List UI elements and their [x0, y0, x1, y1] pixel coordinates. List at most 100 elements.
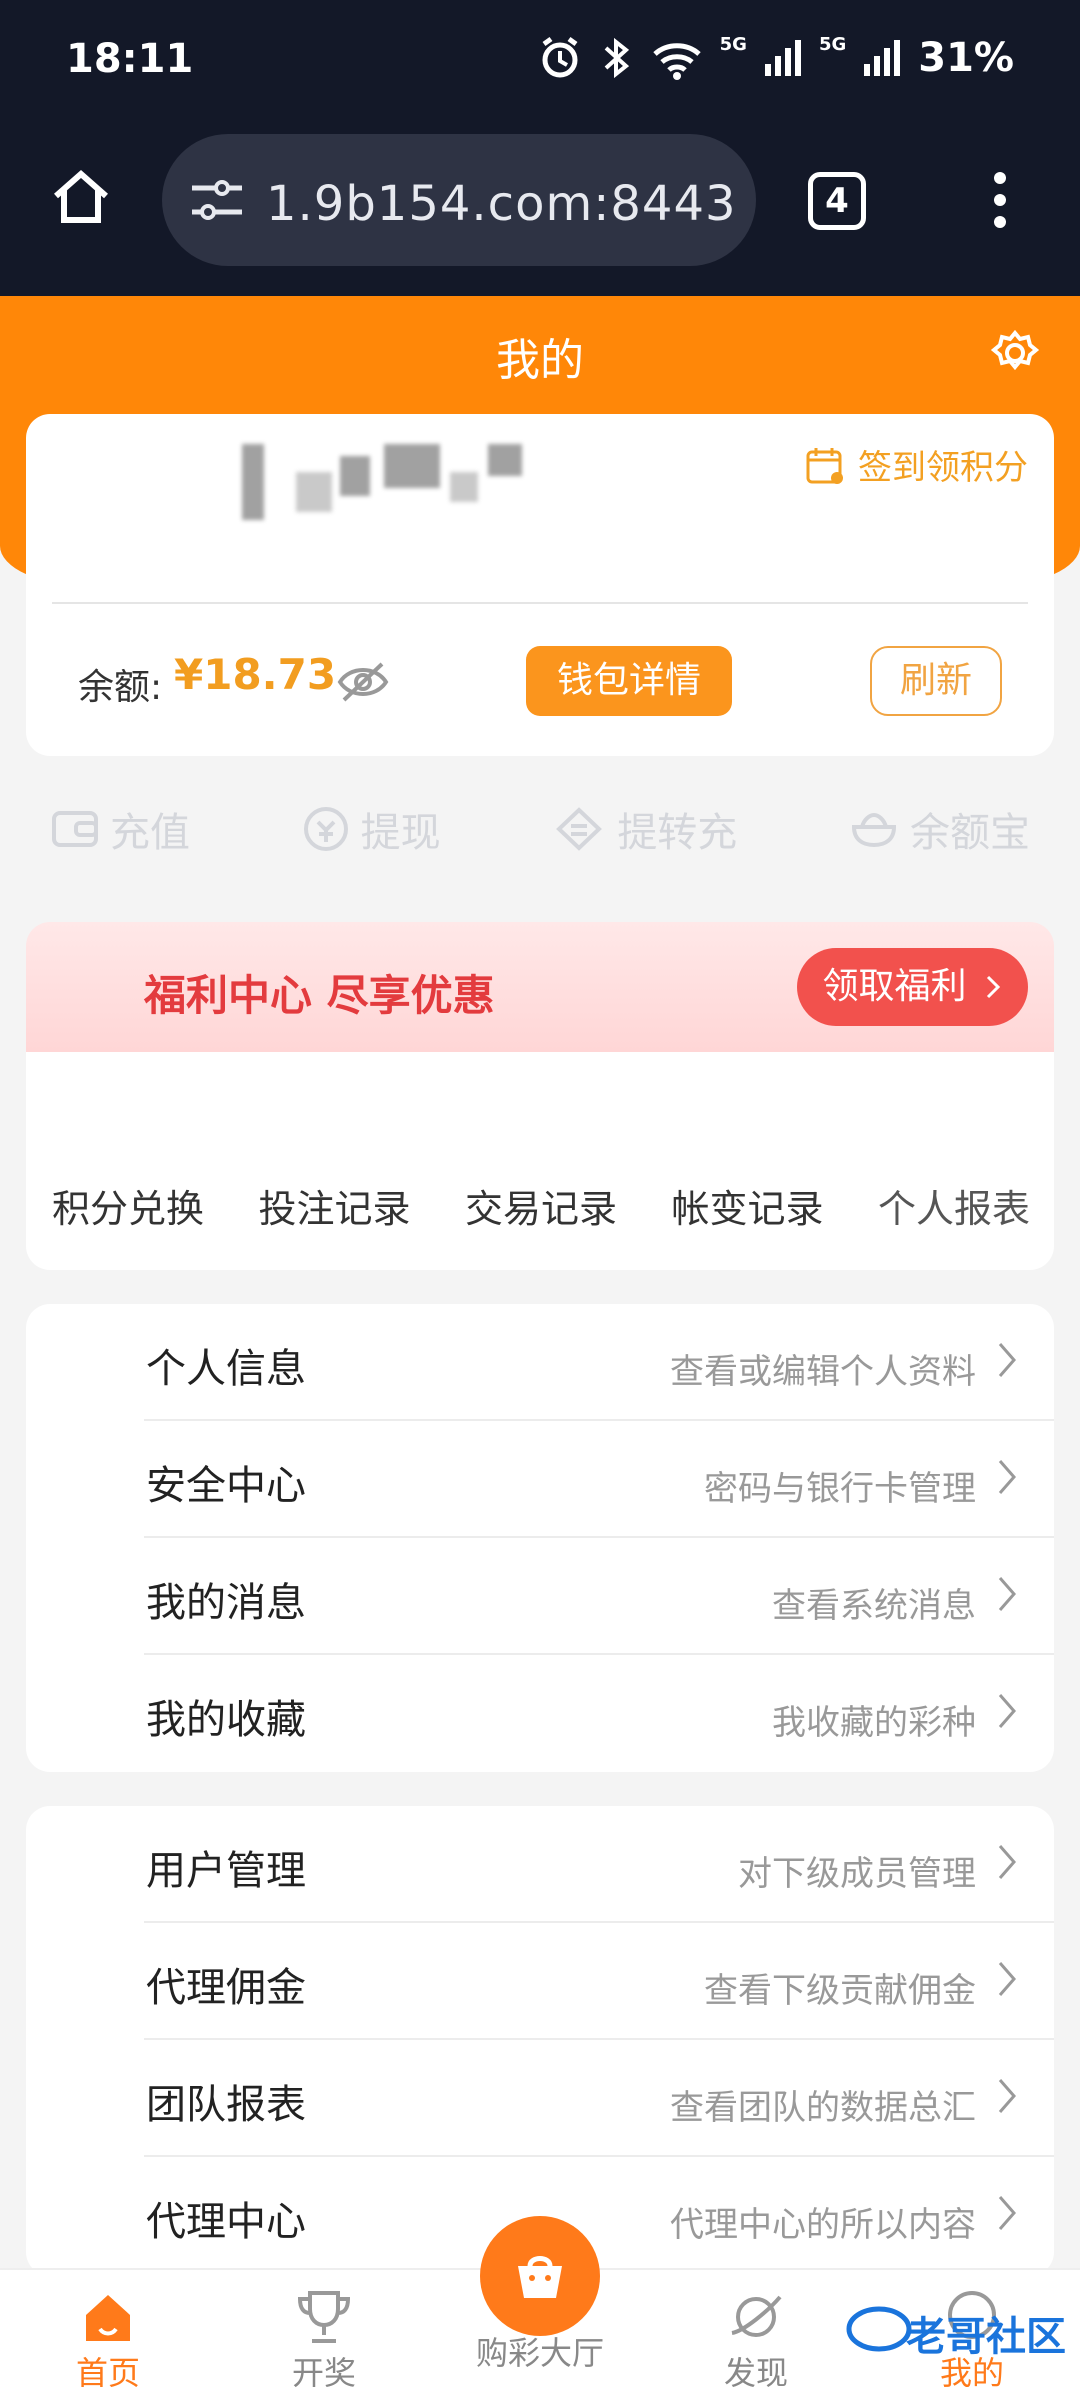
balance-label: 余额: [78, 667, 163, 708]
chevron-right-icon [998, 2079, 1016, 2113]
transfer-icon [556, 807, 603, 851]
hide-balance-eye-icon[interactable] [336, 660, 390, 704]
menu-item-label: 个人信息 [146, 1346, 306, 1392]
menu-item-favorites[interactable]: 我的收藏 我收藏的彩种 [26, 1655, 1054, 1772]
alarm-icon [542, 36, 578, 78]
transfer-action[interactable]: 提转充 [551, 800, 737, 858]
deposit-action[interactable]: 充值 [50, 800, 190, 858]
menu-item-messages[interactable]: 我的消息 查看系统消息 [26, 1538, 1054, 1655]
withdraw-action[interactable]: 提现 [301, 800, 441, 858]
nav-home-label: 首页 [75, 2354, 140, 2392]
menu-item-desc: 对下级成员管理 [738, 1854, 976, 1894]
signin-points-link[interactable]: 签到领积分 [804, 440, 1028, 489]
menu-item-label: 代理中心 [146, 2199, 306, 2245]
nav-discover-label: 发现 [723, 2354, 788, 2392]
network-label-2: 5G [818, 33, 847, 55]
menu-item-desc: 查看下级贡献佣金 [704, 1971, 976, 2011]
menu-item-label: 代理佣金 [146, 1965, 306, 2011]
settings-gear-icon[interactable] [990, 328, 1040, 378]
chevron-right-icon [998, 1962, 1016, 1996]
status-icons: 5G 5G 31% [536, 34, 1014, 82]
nav-draw-results[interactable]: 开奖 [244, 2286, 404, 2394]
menu-item-desc: 代理中心的所以内容 [670, 2205, 976, 2245]
url-bar[interactable]: 1.9b154.com:8443 [162, 134, 756, 266]
trophy-icon [297, 2291, 351, 2343]
menu-item-desc: 我收藏的彩种 [772, 1703, 976, 1743]
withdraw-icon [303, 807, 348, 851]
browser-toolbar: 1.9b154.com:8443 4 [0, 130, 1080, 296]
calendar-icon [806, 447, 843, 484]
shortcut-points-exchange[interactable]: 积分兑换 [52, 1178, 204, 1233]
blurred-username [230, 436, 522, 524]
wallet-details-button[interactable]: 钱包详情 [526, 646, 732, 716]
menu-item-label: 用户管理 [146, 1848, 306, 1894]
menu-item-desc: 查看团队的数据总汇 [670, 2088, 976, 2128]
more-menu-icon[interactable] [990, 168, 1010, 232]
chevron-right-icon [998, 1343, 1016, 1377]
menu-item-label: 安全中心 [146, 1463, 306, 1509]
menu-item-desc: 查看或编辑个人资料 [670, 1352, 976, 1392]
clock: 18:11 [66, 36, 194, 82]
chevron-right-icon [998, 2196, 1016, 2230]
wifi-icon [652, 43, 701, 80]
menu-item-profile[interactable]: 个人信息 查看或编辑个人资料 [26, 1304, 1054, 1421]
profile-divider [52, 602, 1028, 604]
signin-label: 签到领积分 [858, 448, 1028, 488]
site-settings-icon[interactable] [188, 174, 246, 226]
welfare-banner: 福利中心 尽享优惠 领取福利 [26, 922, 1054, 1052]
shortcut-account-changes[interactable]: 帐变记录 [671, 1178, 823, 1233]
agent-menu: 用户管理 对下级成员管理 代理佣金 查看下级贡献佣金 团队报表 查看团队的数据总… [26, 1806, 1054, 2276]
status-bar: 18:11 5G 5G 31% [0, 0, 1080, 130]
claim-welfare-label: 领取福利 [822, 966, 967, 1007]
nav-discover[interactable]: 发现 [676, 2286, 836, 2394]
withdraw-label: 提现 [360, 810, 441, 856]
quick-actions: 充值 提现 提转充 余额宝 [50, 800, 1030, 858]
menu-item-user-management[interactable]: 用户管理 对下级成员管理 [26, 1806, 1054, 1923]
shopping-bag-icon [518, 2256, 562, 2298]
battery-label: 31% [918, 35, 1014, 81]
chevron-right-icon [986, 975, 1001, 999]
record-shortcuts: 积分兑换 投注记录 交易记录 帐变记录 个人报表 [26, 1052, 1054, 1270]
watermark-logo-icon [846, 2306, 912, 2352]
nav-home[interactable]: 首页 [28, 2286, 188, 2394]
shortcut-bet-records[interactable]: 投注记录 [258, 1178, 410, 1233]
shortcut-personal-report[interactable]: 个人报表 [878, 1178, 1030, 1233]
tab-switcher[interactable]: 4 [808, 172, 866, 230]
signal-icon [764, 40, 801, 76]
page-title: 我的 [496, 335, 584, 386]
bluetooth-icon [604, 37, 629, 79]
chevron-right-icon [998, 1577, 1016, 1611]
watermark-text: 老哥社区 [906, 2314, 1066, 2360]
refresh-button[interactable]: 刷新 [870, 646, 1002, 716]
yuebao-label: 余额宝 [909, 810, 1030, 856]
transfer-label: 提转充 [617, 810, 738, 856]
chevron-right-icon [998, 1460, 1016, 1494]
shortcut-transaction-records[interactable]: 交易记录 [465, 1178, 617, 1233]
signal-icon-2 [864, 40, 901, 76]
chevron-right-icon [998, 1694, 1016, 1728]
url-text: 1.9b154.com:8443 [266, 176, 737, 232]
claim-welfare-button[interactable]: 领取福利 [796, 948, 1028, 1026]
yuebao-action[interactable]: 余额宝 [848, 800, 1030, 858]
nav-draw-results-label: 开奖 [291, 2354, 356, 2392]
menu-item-desc: 密码与银行卡管理 [704, 1469, 976, 1509]
welfare-title: 福利中心 尽享优惠 [144, 971, 495, 1020]
menu-item-label: 团队报表 [146, 2082, 306, 2128]
network-label: 5G [719, 33, 747, 55]
chevron-right-icon [998, 1845, 1016, 1879]
home-icon [86, 2295, 130, 2341]
lottery-hall-button[interactable] [480, 2216, 600, 2336]
account-menu: 个人信息 查看或编辑个人资料 安全中心 密码与银行卡管理 我的消息 查看系统消息… [26, 1304, 1054, 1772]
menu-item-security[interactable]: 安全中心 密码与银行卡管理 [26, 1421, 1054, 1538]
deposit-label: 充值 [110, 810, 190, 856]
home-icon[interactable] [48, 164, 114, 230]
treasure-icon [851, 812, 896, 848]
menu-item-desc: 查看系统消息 [772, 1586, 976, 1626]
wallet-icon [52, 811, 98, 847]
menu-item-team-report[interactable]: 团队报表 查看团队的数据总汇 [26, 2040, 1054, 2157]
balance-value: ¥18.73 [174, 650, 337, 699]
planet-icon [731, 2295, 782, 2337]
menu-item-label: 我的收藏 [146, 1697, 306, 1743]
menu-item-agent-commission[interactable]: 代理佣金 查看下级贡献佣金 [26, 1923, 1054, 2040]
community-watermark: 老哥社区 [846, 2296, 1066, 2362]
